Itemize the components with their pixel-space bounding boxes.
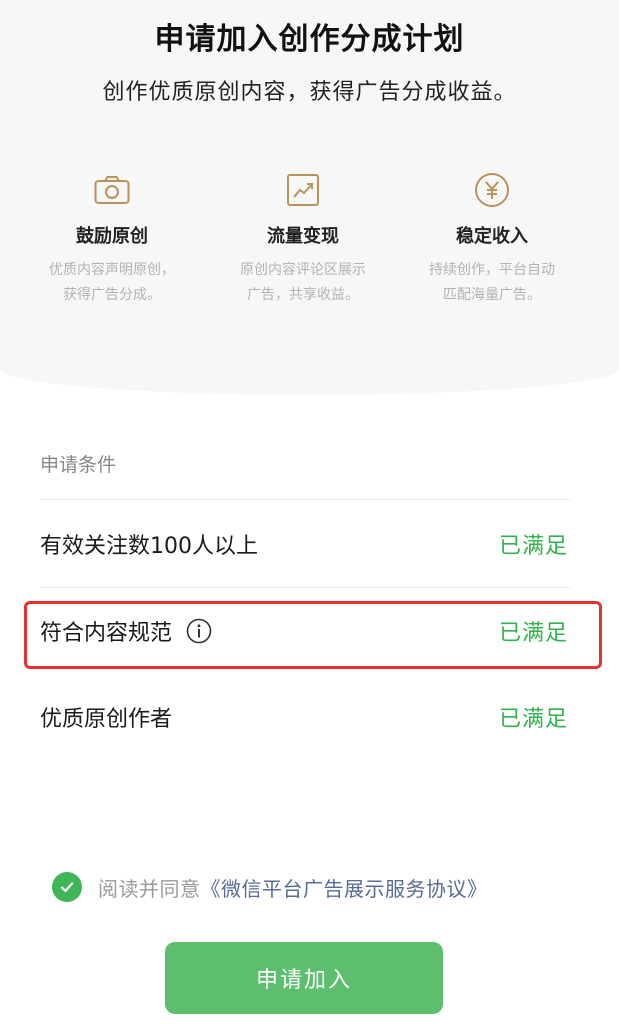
condition-status: 已满足 (498, 707, 568, 732)
agreement-text: 阅读并同意 (98, 876, 201, 901)
feature-title: 鼓励原创 (76, 226, 148, 247)
divider (40, 499, 570, 500)
condition-row-original-author: 优质原创作者 已满足 (40, 687, 568, 747)
feature-stable-income: 稳定收入 持续创作，平台自动 匹配海量广告。 (397, 170, 587, 308)
feature-description: 优质内容声明原创， 获得广告分成。 (49, 262, 175, 303)
feature-title: 流量变现 (267, 226, 339, 247)
check-icon (60, 882, 74, 893)
feature-description: 原创内容评论区展示 广告，共享收益。 (240, 262, 366, 303)
hero-banner: 申请加入创作分成计划 创作优质原创内容，获得广告分成收益。 鼓励原创 优质内容声… (0, 0, 619, 395)
condition-label: 符合内容规范 (40, 621, 173, 646)
yen-coin-icon (472, 170, 512, 210)
page-subtitle: 创作优质原创内容，获得广告分成收益。 (102, 80, 517, 105)
feature-title: 稳定收入 (456, 226, 528, 247)
feature-description: 持续创作，平台自动 匹配海量广告。 (429, 262, 555, 303)
condition-row-followers: 有效关注数100人以上 已满足 (40, 514, 568, 574)
page-title: 申请加入创作分成计划 (154, 22, 465, 57)
condition-row-content-rules: 符合内容规范 已满足 (40, 601, 568, 661)
info-icon[interactable] (186, 618, 212, 644)
divider (40, 587, 570, 588)
conditions-heading: 申请条件 (40, 454, 117, 476)
feature-encourage-original: 鼓励原创 优质内容声明原创， 获得广告分成。 (17, 170, 207, 308)
agreement-link[interactable]: 《微信平台广告展示服务协议》 (201, 873, 488, 902)
condition-label: 优质原创作者 (40, 707, 173, 732)
trend-chart-icon (283, 170, 323, 210)
condition-status: 已满足 (498, 621, 568, 646)
feature-traffic-monetization: 流量变现 原创内容评论区展示 广告，共享收益。 (208, 170, 398, 308)
condition-label: 有效关注数100人以上 (40, 534, 258, 559)
camera-icon (92, 170, 132, 210)
agreement-row: 阅读并同意 《微信平台广告展示服务协议》 (52, 872, 488, 902)
apply-button[interactable]: 申请加入 (165, 942, 443, 1014)
agreement-checkbox[interactable] (52, 872, 82, 902)
condition-status: 已满足 (498, 534, 568, 559)
